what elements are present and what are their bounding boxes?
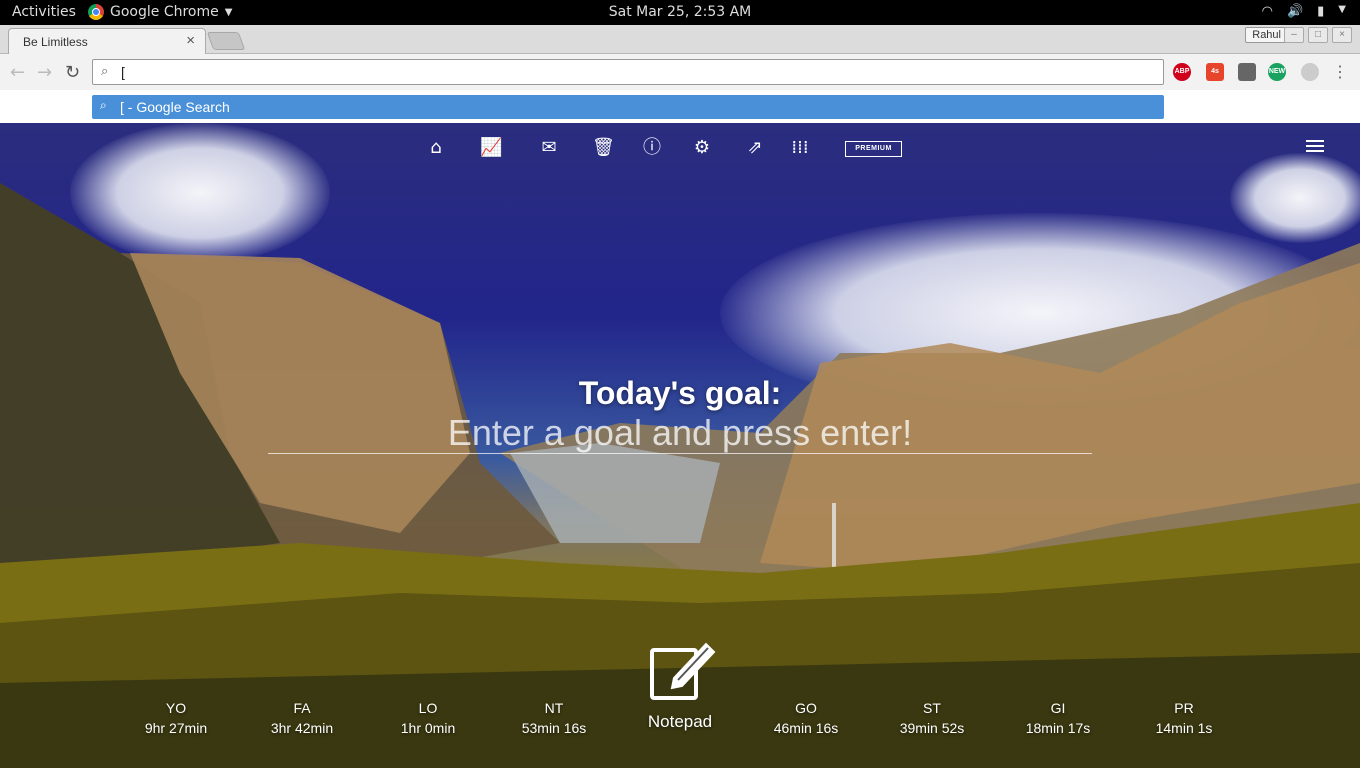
tab-be-limitless[interactable]: Be Limitless × (8, 28, 206, 54)
stat-time: 46min 16s (773, 720, 839, 736)
gear-icon[interactable]: ⚙ (691, 138, 713, 158)
goal-title: Today's goal: (578, 375, 782, 411)
list-menu-icon[interactable] (1306, 140, 1324, 156)
adblock-extension-icon[interactable]: ABP (1173, 63, 1191, 81)
maximize-button[interactable]: □ (1308, 27, 1328, 43)
omnibox-value: [ (121, 64, 125, 80)
omnibox[interactable]: ⌕ [ (92, 59, 1164, 85)
stat-code: GO (795, 700, 817, 716)
stat-time: 1hr 0min (400, 720, 456, 736)
battery-icon: ▮ (1317, 4, 1325, 19)
close-window-button[interactable]: × (1332, 27, 1352, 43)
stat-item[interactable]: PR 14min 1s (1134, 700, 1234, 736)
stat-time: 39min 52s (899, 720, 965, 736)
apps-grid-icon[interactable]: ⁞⁞⁞ (789, 138, 811, 158)
stat-time: 3hr 42min (270, 720, 334, 736)
stat-code: ST (923, 700, 941, 716)
chart-icon[interactable]: 📈 (480, 138, 502, 158)
chrome-menu-icon[interactable]: ⋮ (1332, 62, 1348, 82)
app-name: Google Chrome (110, 4, 219, 20)
forward-icon[interactable]: → (37, 62, 52, 83)
search-icon: ⌕ (101, 63, 109, 78)
goal-input[interactable] (268, 412, 1092, 454)
stat-code: FA (293, 700, 311, 716)
chrome-logo-icon (88, 4, 104, 20)
premium-button[interactable]: PREMIUM (845, 141, 902, 157)
browser-toolbar: ← → ↻ ⌕ [ ABP 4s NEW ⋮ (0, 54, 1360, 90)
stat-item[interactable]: LO 1hr 0min (378, 700, 478, 736)
back-icon[interactable]: ← (10, 62, 25, 83)
extension-disabled-icon[interactable] (1301, 63, 1319, 81)
reload-icon[interactable]: ↻ (65, 62, 80, 83)
extension-puzzle-icon[interactable] (1238, 63, 1256, 81)
volume-icon: 🔊 (1286, 4, 1304, 19)
extension-4s-icon[interactable]: 4s (1206, 63, 1224, 81)
stat-time: 9hr 27min (144, 720, 208, 736)
site-time-stats: YO 9hr 27min FA 3hr 42min LO 1hr 0min NT… (0, 700, 1360, 740)
stat-item[interactable]: NT 53min 16s (504, 700, 604, 736)
stat-time: 18min 17s (1025, 720, 1091, 736)
stat-item[interactable]: YO 9hr 27min (126, 700, 226, 736)
system-tray[interactable]: ◠ 🔊 ▮ ▼ (1262, 4, 1346, 19)
new-tab-button[interactable] (206, 32, 246, 50)
search-icon: ⌕ (100, 98, 107, 112)
stat-item[interactable]: ST 39min 52s (882, 700, 982, 736)
stat-item[interactable]: FA 3hr 42min (252, 700, 352, 736)
suggestion-text: [ - Google Search (120, 99, 230, 115)
suggestion-google-search[interactable]: ⌕ [ - Google Search (92, 95, 1164, 119)
app-menu[interactable]: Google Chrome ▼ (88, 4, 232, 20)
trash-icon[interactable]: 🗑 (592, 138, 615, 158)
stat-item[interactable]: GI 18min 17s (1008, 700, 1108, 736)
close-icon[interactable]: × (186, 32, 195, 49)
stat-code: GI (1050, 700, 1066, 716)
profile-button[interactable]: Rahul (1245, 27, 1288, 43)
info-icon[interactable]: ⓘ (641, 138, 663, 158)
stat-code: YO (165, 700, 187, 716)
top-nav: ⌂ 📈 ✉ 🗑 ⓘ ⚙ ⇗ ⁞⁞⁞ (0, 138, 1360, 162)
chevron-down-icon: ▼ (224, 6, 233, 18)
stat-code: PR (1174, 700, 1194, 716)
stat-code: LO (418, 700, 438, 716)
home-icon[interactable]: ⌂ (425, 138, 447, 158)
mail-icon[interactable]: ✉ (538, 138, 560, 158)
activities-button[interactable]: Activities (12, 4, 76, 20)
stat-item[interactable]: GO 46min 16s (756, 700, 856, 736)
share-icon[interactable]: ⇗ (744, 138, 766, 158)
tab-title: Be Limitless (23, 35, 88, 49)
extension-new-icon[interactable]: NEW (1268, 63, 1286, 81)
omnibox-dropdown: ⌕ [ - Google Search (0, 90, 1360, 123)
tab-strip: Be Limitless × Rahul – □ × (0, 25, 1360, 54)
system-top-bar: Activities Google Chrome ▼ Sat Mar 25, 2… (0, 0, 1360, 25)
wifi-icon: ◠ (1261, 4, 1273, 19)
stat-code: NT (544, 700, 564, 716)
chevron-down-icon: ▼ (1338, 4, 1346, 15)
minimize-button[interactable]: – (1284, 27, 1304, 43)
stat-time: 14min 1s (1155, 720, 1213, 736)
notepad-icon (650, 642, 716, 700)
stat-time: 53min 16s (521, 720, 587, 736)
